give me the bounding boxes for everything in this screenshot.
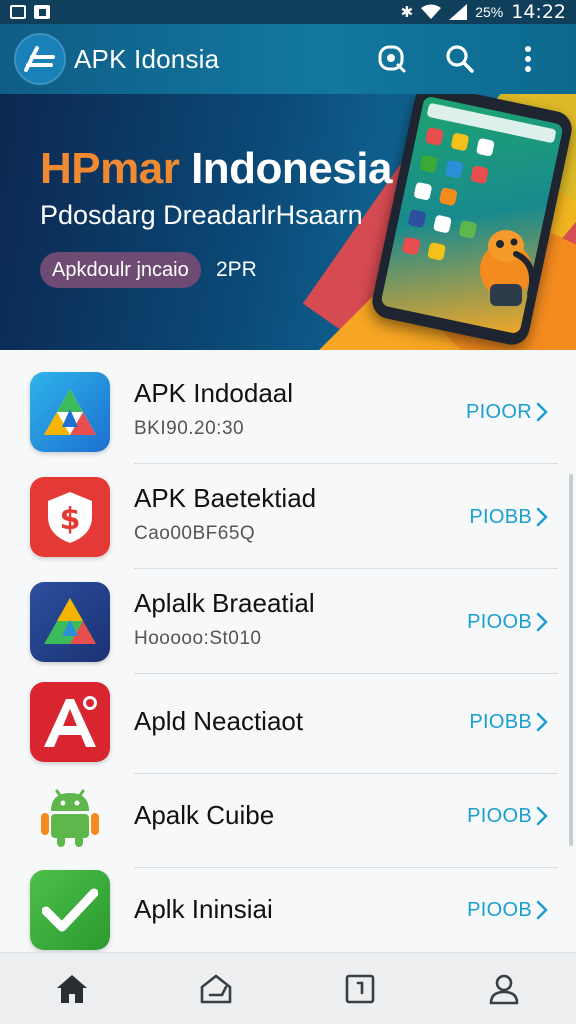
svg-text:$: $ [60,502,81,537]
scan-icon[interactable] [372,39,412,79]
app-name: Aplk Ininsiai [134,894,273,924]
search-icon[interactable] [440,39,480,79]
app-subtitle: Hooooo:St010 [134,628,262,649]
chevron-right-icon [536,900,548,920]
divider [134,568,558,569]
open-button-label: PIOOR [466,400,532,423]
app-logo-icon[interactable] [14,33,66,85]
promo-banner[interactable]: HPmar Indonesia Pdosdarg DreadarlrHsaarn… [0,94,576,350]
bottom-navigation [0,952,576,1024]
open-button[interactable]: PIOOB [467,899,548,922]
checkmark-icon [30,870,110,950]
app-name: APK Baetektiad [134,483,317,513]
app-subtitle: Cao00BF65Q [134,523,256,544]
open-button-label: PIOOB [467,804,532,827]
store-icon[interactable] [186,959,246,1019]
gallery-icon [34,5,50,19]
open-button[interactable]: PIOOB [467,611,548,634]
play-triangle-icon [30,372,110,452]
banner-title: HPmar Indonesia [40,144,392,194]
bluetooth-icon: ✱ [400,3,414,21]
app-list: APK Indodaal BKI90.20:30 PIOOR $ APK Bae… [0,350,576,952]
open-button-label: PIOBB [469,505,532,528]
chevron-right-icon [536,612,548,632]
app-bar: APK Idonsia [0,24,576,94]
app-name: Apalk Cuibe [134,800,275,830]
app-subtitle: BKI90.20:30 [134,418,245,439]
mascot-illustration [480,230,536,306]
signal-icon [449,4,468,20]
download-icon[interactable] [330,959,390,1019]
open-button[interactable]: PIOBB [469,506,548,529]
more-vertical-icon[interactable] [508,39,548,79]
banner-title-rest: Indonesia [191,144,392,193]
list-item[interactable]: Apalk Cuibe PIOOB [0,764,576,868]
wifi-icon [421,4,442,19]
notification-icon [10,5,26,19]
shield-dollar-icon: $ [30,477,110,557]
app-title: APK Idonsia [74,43,220,74]
chevron-right-icon [536,507,548,527]
app-name: APK Indodaal [134,378,294,408]
list-item[interactable]: APK Indodaal BKI90.20:30 PIOOR [0,360,576,464]
app-name: Apld Neactiaot [134,706,304,736]
scrollbar[interactable] [569,474,573,846]
chevron-right-icon [536,712,548,732]
banner-title-accent: HPmar [40,144,180,193]
home-icon[interactable] [42,959,102,1019]
banner-tag: 2PR [216,258,257,281]
open-button-label: PIOOB [467,898,532,921]
chevron-right-icon [536,402,548,422]
list-item[interactable]: Aplk Ininsiai PIOOB [0,858,576,962]
battery-level: 25% [475,4,504,20]
app-name: Aplalk Braeatial [134,588,315,618]
divider [134,463,558,464]
star-icon [30,582,110,662]
open-button[interactable]: PIOOB [467,805,548,828]
profile-icon[interactable] [474,959,534,1019]
open-button-label: PIOBB [469,710,532,733]
banner-subtitle: Pdosdarg DreadarlrHsaarn [40,200,363,230]
list-item[interactable]: Apld Neactiaot PIOBB [0,670,576,774]
open-button[interactable]: PIOOR [466,401,548,424]
list-item[interactable]: $ APK Baetektiad Cao00BF65Q PIOBB [0,465,576,569]
android-icon [30,776,110,856]
open-button[interactable]: PIOBB [469,711,548,734]
clock: 14:22 [511,1,566,23]
status-bar: ✱ 25% 14:22 [0,0,576,24]
list-item[interactable]: Aplalk Braeatial Hooooo:St010 PIOOB [0,570,576,674]
banner-chip-button[interactable]: Apkdoulr jncaio [40,252,201,288]
open-button-label: PIOOB [467,610,532,633]
chevron-right-icon [536,806,548,826]
letter-a-icon [30,682,110,762]
